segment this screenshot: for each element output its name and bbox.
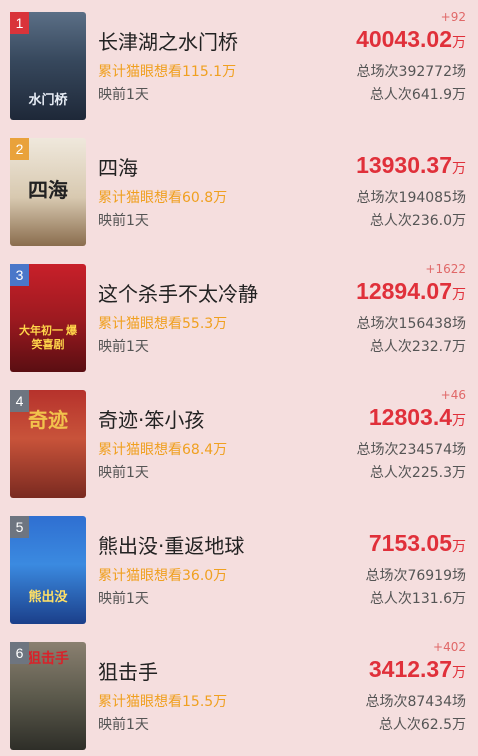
rank-badge: 6 [10, 642, 29, 664]
movie-title[interactable]: 熊出没·重返地球 [98, 530, 244, 559]
box-office-unit: 万 [452, 35, 466, 51]
box-office-value: 40043.02 [356, 26, 452, 52]
want-count: 累计猫眼想看15.5万 [98, 694, 228, 710]
box-office-unit: 万 [452, 287, 466, 303]
box-office-unit: 万 [452, 161, 466, 177]
box-office: 40043.02万 [356, 26, 466, 53]
box-office: 13930.37万 [356, 152, 466, 179]
movie-title[interactable]: 狙击手 [98, 656, 158, 685]
box-delta: +1622 [425, 262, 466, 276]
box-office-unit: 万 [452, 539, 466, 555]
movie-title[interactable]: 四海 [98, 152, 138, 181]
total-shows: 总场次392772场 [356, 64, 466, 80]
poster-title: 大年初一 爆笑喜剧 [18, 325, 78, 351]
box-delta: +92 [440, 10, 466, 24]
box-office-value: 12803.4 [368, 404, 452, 430]
box-office-unit: 万 [452, 413, 466, 429]
total-people: 总人次62.5万 [378, 717, 466, 733]
movie-row[interactable]: 熊出没 5 熊出没·重返地球 累计猫眼想看36.0万 映前1天 7153.05万… [0, 504, 478, 630]
total-people: 总人次225.3万 [369, 465, 466, 481]
total-shows: 总场次194085场 [356, 190, 466, 206]
box-office-value: 3412.37 [368, 656, 452, 682]
rank-badge: 5 [10, 516, 29, 538]
release-status: 映前1天 [98, 717, 149, 733]
total-shows: 总场次76919场 [365, 568, 466, 584]
rank-badge: 3 [10, 264, 29, 286]
want-count: 累计猫眼想看115.1万 [98, 64, 237, 80]
movie-row[interactable]: 大年初一 爆笑喜剧 3 这个杀手不太冷静 累计猫眼想看55.3万 映前1天 +1… [0, 252, 478, 378]
movie-row[interactable]: 四海 2 四海 累计猫眼想看60.8万 映前1天 13930.37万 总场次19… [0, 126, 478, 252]
total-shows: 总场次234574场 [356, 442, 466, 458]
box-office-list: 水门桥 1 长津湖之水门桥 累计猫眼想看115.1万 映前1天 +92 4004… [0, 0, 478, 756]
release-status: 映前1天 [98, 339, 149, 355]
box-office-value: 7153.05 [368, 530, 452, 556]
want-count: 累计猫眼想看68.4万 [98, 442, 228, 458]
box-delta: +402 [433, 640, 466, 654]
box-office: 12894.07万 [356, 278, 466, 305]
total-people: 总人次641.9万 [369, 87, 466, 103]
want-count: 累计猫眼想看60.8万 [98, 190, 228, 206]
poster-title: 水门桥 [28, 92, 68, 107]
release-status: 映前1天 [98, 87, 149, 103]
want-count: 累计猫眼想看55.3万 [98, 316, 228, 332]
movie-row[interactable]: 奇迹 4 奇迹·笨小孩 累计猫眼想看68.4万 映前1天 +46 12803.4… [0, 378, 478, 504]
poster-title: 四海 [28, 180, 68, 202]
box-office-value: 12894.07 [356, 278, 452, 304]
release-status: 映前1天 [98, 465, 149, 481]
release-status: 映前1天 [98, 591, 149, 607]
release-status: 映前1天 [98, 213, 149, 229]
total-people: 总人次236.0万 [369, 213, 466, 229]
total-shows: 总场次87434场 [365, 694, 466, 710]
movie-title[interactable]: 长津湖之水门桥 [98, 26, 238, 55]
poster-title: 熊出没 [28, 589, 68, 604]
rank-badge: 4 [10, 390, 29, 412]
box-office-unit: 万 [452, 665, 466, 681]
total-shows: 总场次156438场 [356, 316, 466, 332]
movie-title[interactable]: 这个杀手不太冷静 [98, 278, 258, 307]
movie-row[interactable]: 水门桥 1 长津湖之水门桥 累计猫眼想看115.1万 映前1天 +92 4004… [0, 0, 478, 126]
total-people: 总人次131.6万 [369, 591, 466, 607]
box-office-value: 13930.37 [356, 152, 452, 178]
box-office: 7153.05万 [369, 530, 466, 557]
rank-badge: 2 [10, 138, 29, 160]
want-count: 累计猫眼想看36.0万 [98, 568, 228, 584]
movie-row[interactable]: 狙击手 6 狙击手 累计猫眼想看15.5万 映前1天 +402 3412.37万… [0, 630, 478, 756]
box-office: 3412.37万 [369, 656, 466, 683]
total-people: 总人次232.7万 [369, 339, 466, 355]
rank-badge: 1 [10, 12, 29, 34]
movie-title[interactable]: 奇迹·笨小孩 [98, 404, 204, 433]
box-delta: +46 [440, 388, 466, 402]
box-office: 12803.4万 [369, 404, 466, 431]
